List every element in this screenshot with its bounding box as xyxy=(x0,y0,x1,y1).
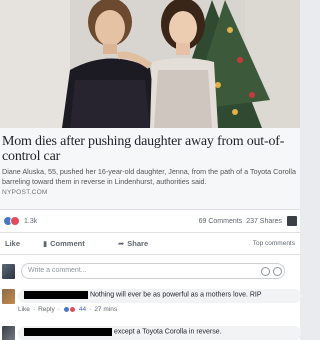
link-preview[interactable]: Mom dies after pushing daughter away fro… xyxy=(0,128,300,210)
comment-button[interactable]: ▮ Comment xyxy=(43,239,118,248)
commenter-avatar[interactable] xyxy=(2,289,15,304)
redacted-commenter-name xyxy=(24,328,112,336)
redacted-commenter-name xyxy=(24,291,88,299)
comment-bubble: except a Toyota Corolla in reverse. xyxy=(18,326,301,340)
share-icon: ➦ xyxy=(118,239,125,248)
comment-reaction-count[interactable]: 44 xyxy=(79,306,86,313)
page-avatar-icon[interactable] xyxy=(287,216,297,226)
reactions-bar: 1.3k 69 Comments 237 Shares xyxy=(0,210,300,232)
reaction-count[interactable]: 1.3k xyxy=(24,218,37,225)
like-button[interactable]: Like xyxy=(5,239,43,248)
comment-input[interactable]: Write a comment... xyxy=(21,263,285,279)
comment-item: Nothing will ever be as powerful as a mo… xyxy=(0,289,301,319)
article-photo[interactable] xyxy=(0,0,300,128)
camera-icon[interactable] xyxy=(273,267,282,276)
emoji-icon[interactable] xyxy=(261,267,270,276)
article-domain: NYPOST.COM xyxy=(2,189,48,197)
share-button[interactable]: ➦ Share xyxy=(118,239,198,248)
comment-input-placeholder: Write a comment... xyxy=(28,267,87,274)
comment-text: Nothing will ever be as powerful as a mo… xyxy=(89,291,262,299)
share-count[interactable]: 237 Shares xyxy=(246,218,282,225)
comment-bubble: Nothing will ever be as powerful as a mo… xyxy=(18,289,301,303)
comment-sort-dropdown[interactable]: Top comments xyxy=(253,240,295,247)
comment-like-link[interactable]: Like xyxy=(18,306,30,313)
reaction-icons[interactable] xyxy=(3,216,20,226)
comment-label: Comment xyxy=(50,239,85,248)
comment-timestamp[interactable]: 27 mins xyxy=(94,306,117,313)
comment-icon: ▮ xyxy=(43,239,48,248)
comment-count[interactable]: 69 Comments xyxy=(199,218,243,225)
article-headline[interactable]: Mom dies after pushing daughter away fro… xyxy=(2,134,296,164)
comment-text: except a Toyota Corolla in reverse. xyxy=(113,328,222,336)
photo-illustration xyxy=(0,0,300,128)
love-reaction-icon xyxy=(68,306,76,313)
share-label: Share xyxy=(127,239,149,248)
love-reaction-icon xyxy=(10,216,20,226)
post-actions: Like ▮ Comment ➦ Share Top comments xyxy=(0,232,300,254)
comment-reply-link[interactable]: Reply xyxy=(38,306,55,313)
comments-section: Write a comment... Nothing will ever be … xyxy=(0,254,301,340)
commenter-avatar[interactable] xyxy=(2,326,15,340)
comment-item: except a Toyota Corolla in reverse. xyxy=(0,326,301,340)
current-user-avatar[interactable] xyxy=(2,263,15,279)
comment-meta: Like · Reply · 44 · 27 mins xyxy=(18,306,118,313)
article-description: Diane Aluska, 55, pushed her 16-year-old… xyxy=(2,167,296,186)
like-label: Like xyxy=(5,239,21,248)
write-comment-row: Write a comment... xyxy=(0,260,300,282)
